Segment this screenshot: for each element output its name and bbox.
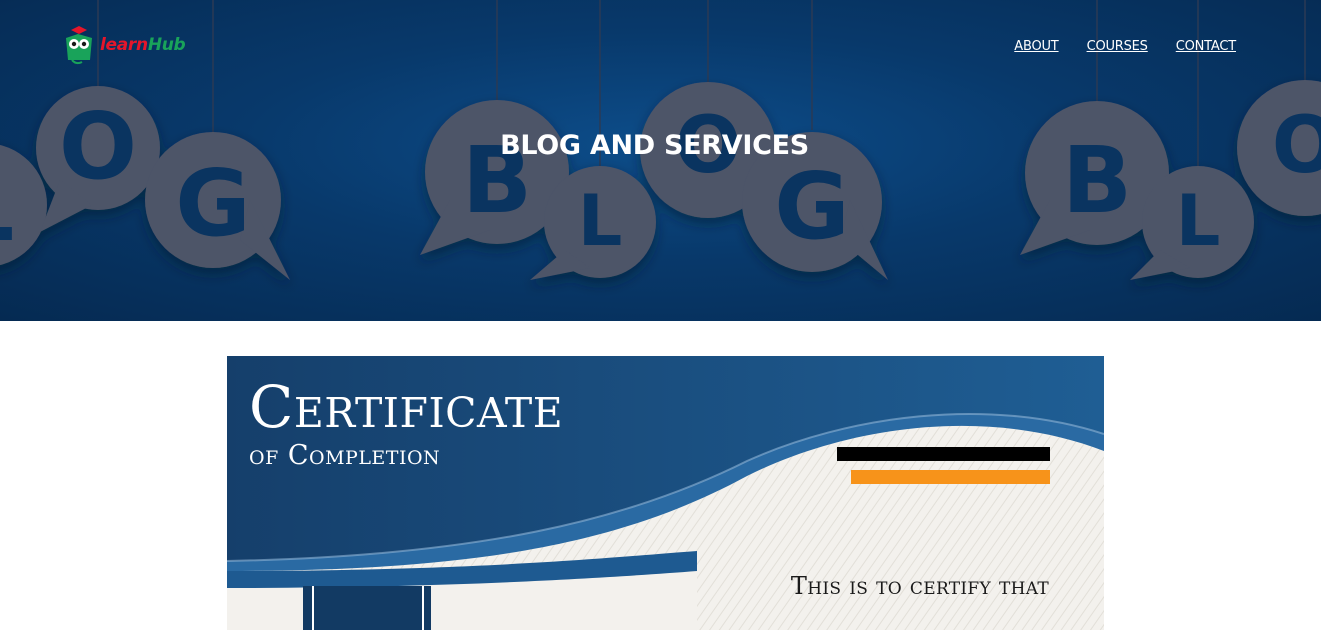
black-accent-bar [837, 447, 1050, 461]
svg-text:L: L [0, 155, 14, 262]
certificate-image: Certificate of Completion This is to cer… [227, 356, 1104, 630]
svg-text:L: L [578, 180, 623, 262]
brand-logo[interactable]: learnHub [62, 24, 212, 66]
page-title: BLOG AND SERVICES [500, 130, 809, 161]
owl-logo-icon [66, 26, 92, 65]
svg-text:G: G [774, 153, 850, 260]
main-nav: ABOUT COURSES CONTACT [1014, 39, 1236, 54]
certify-text: This is to certify that [790, 572, 1049, 600]
nav-about-link[interactable]: ABOUT [1014, 39, 1058, 54]
nav-courses-link[interactable]: COURSES [1087, 39, 1148, 54]
nav-contact-link[interactable]: CONTACT [1176, 39, 1236, 54]
svg-text:L: L [1176, 180, 1221, 262]
hero-banner: L O G B L O G B L O learnHub ABOUT COURS… [0, 0, 1321, 321]
svg-text:G: G [175, 150, 251, 257]
certificate-subtitle: of Completion [249, 440, 441, 471]
brand-name: learnHub [100, 35, 186, 55]
certificate-title: Certificate [249, 373, 564, 441]
orange-accent-bar [851, 470, 1050, 484]
